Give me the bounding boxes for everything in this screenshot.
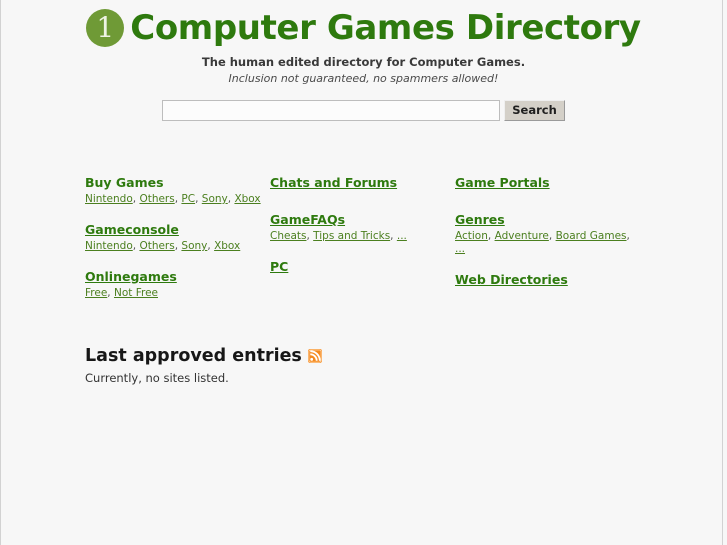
- category-sublink[interactable]: Sony: [202, 193, 228, 205]
- sublink-separator: ,: [626, 230, 630, 242]
- category-block: Web Directories: [455, 269, 640, 288]
- site-tagline: The human edited directory for Computer …: [201, 55, 526, 69]
- category-block: Game Portals: [455, 172, 640, 191]
- category-sublink[interactable]: Xbox: [234, 193, 260, 205]
- category-heading-link[interactable]: Onlinegames: [85, 269, 177, 284]
- category-heading-link[interactable]: GameFAQs: [270, 212, 345, 227]
- page-border-left: [0, 0, 1, 545]
- category-column-3: Game Portals Genres Action, Adventure, Boa…: [455, 172, 640, 313]
- category-heading-link[interactable]: Chats and Forums: [270, 175, 397, 190]
- site-subtagline: Inclusion not guaranteed, no spammers al…: [228, 72, 499, 85]
- category-column-1: Buy Games Nintendo, Others, PC, Sony, Xbo…: [85, 172, 270, 313]
- last-approved-note: Currently, no sites listed.: [85, 371, 229, 385]
- site-header: 1 Computer Games Directory The human edi…: [0, 0, 727, 85]
- category-sublinks: Cheats, Tips and Tricks, ...: [270, 230, 455, 243]
- category-sublink[interactable]: Free: [85, 287, 107, 299]
- sublink-separator: ,: [107, 287, 114, 299]
- category-column-2: Chats and Forums GameFAQs Cheats, Tips and…: [270, 172, 455, 313]
- category-block: Genres Action, Adventure, Board Games, ..…: [455, 209, 640, 256]
- category-sublink[interactable]: Not Free: [114, 287, 158, 299]
- search-button[interactable]: Search: [504, 100, 565, 121]
- category-sublink[interactable]: Sony: [181, 240, 207, 252]
- sublink-separator: ,: [548, 230, 556, 242]
- number-one-circle-icon: 1: [86, 9, 125, 47]
- rss-feed-icon[interactable]: [307, 349, 322, 363]
- category-heading-link[interactable]: Buy Games: [85, 175, 164, 190]
- sublink-separator: ,: [487, 230, 495, 242]
- category-sublink[interactable]: PC: [181, 193, 195, 205]
- category-heading-link[interactable]: Game Portals: [455, 175, 550, 190]
- category-sublink[interactable]: ...: [455, 243, 465, 255]
- category-block: GameFAQs Cheats, Tips and Tricks, ...: [270, 209, 455, 243]
- category-sublinks: Free, Not Free: [85, 287, 270, 300]
- category-sublinks: Nintendo, Others, PC, Sony, Xbox: [85, 193, 270, 206]
- sublink-separator: ,: [390, 230, 397, 242]
- category-sublinks: Action, Adventure, Board Games, ...: [455, 230, 640, 256]
- category-sublink[interactable]: Tips and Tricks: [313, 230, 390, 242]
- site-title-row: 1 Computer Games Directory: [0, 8, 727, 48]
- category-sublink[interactable]: Nintendo: [85, 240, 133, 252]
- category-heading-link[interactable]: PC: [270, 259, 288, 274]
- category-sublink[interactable]: Others: [139, 240, 174, 252]
- last-approved-heading: Last approved entries: [85, 346, 302, 366]
- page-border-right: [722, 0, 723, 545]
- category-heading-link[interactable]: Gameconsole: [85, 222, 179, 237]
- search-input[interactable]: [162, 100, 501, 121]
- category-block: PC: [270, 256, 455, 275]
- category-sublink[interactable]: Adventure: [495, 230, 549, 242]
- last-approved-section: Last approved entries Currently, no site…: [0, 346, 727, 385]
- sublink-separator: ,: [195, 193, 202, 205]
- category-block: Onlinegames Free, Not Free: [85, 266, 270, 300]
- category-sublinks: Nintendo, Others, Sony, Xbox: [85, 240, 270, 253]
- category-sublink[interactable]: Xbox: [214, 240, 240, 252]
- category-sublink[interactable]: Cheats: [270, 230, 306, 242]
- category-sublink[interactable]: Nintendo: [85, 193, 133, 205]
- category-columns: Buy Games Nintendo, Others, PC, Sony, Xbo…: [0, 172, 727, 313]
- search-form: Search: [0, 100, 727, 121]
- category-block: Gameconsole Nintendo, Others, Sony, Xbox: [85, 219, 270, 253]
- page-title: Computer Games Directory: [130, 8, 641, 48]
- category-sublink[interactable]: Action: [455, 230, 488, 242]
- category-sublink[interactable]: ...: [397, 230, 407, 242]
- category-sublink[interactable]: Others: [139, 193, 174, 205]
- category-heading-link[interactable]: Web Directories: [455, 272, 568, 287]
- category-heading-link[interactable]: Genres: [455, 212, 505, 227]
- last-approved-heading-row: Last approved entries: [85, 346, 727, 366]
- category-sublink[interactable]: Board Games: [556, 230, 627, 242]
- category-block: Buy Games Nintendo, Others, PC, Sony, Xbo…: [85, 172, 270, 206]
- category-block: Chats and Forums: [270, 172, 455, 191]
